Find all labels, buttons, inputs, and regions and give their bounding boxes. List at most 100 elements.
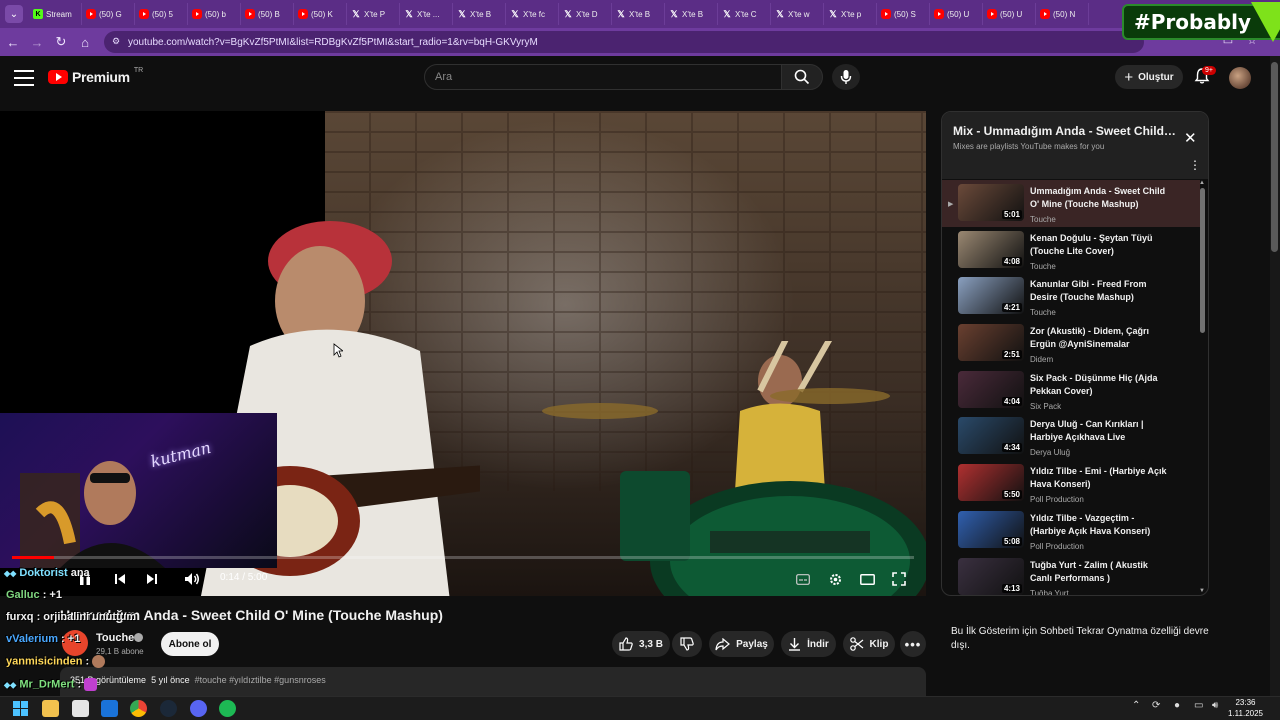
tab-list-chevron-icon[interactable]: ⌄ xyxy=(5,5,23,23)
browser-tab[interactable]: (50) S xyxy=(877,3,930,25)
playlist-item[interactable]: 4:34 Derya Uluğ - Can Kırıkları | Harbiye… xyxy=(942,413,1200,460)
display-tray-icon[interactable]: ▭ xyxy=(1194,700,1203,711)
browser-tab[interactable]: 𝕏 X'te B xyxy=(612,3,665,25)
progress-bar[interactable] xyxy=(12,556,914,559)
next-track-icon[interactable] xyxy=(143,570,161,588)
browser-tab[interactable]: 𝕏 X'te P xyxy=(347,3,400,25)
chrome-icon[interactable] xyxy=(130,700,147,717)
file-explorer-icon[interactable] xyxy=(42,700,59,717)
browser-tab[interactable]: (50) N xyxy=(1036,3,1089,25)
browser-tab[interactable]: (50) 5 xyxy=(135,3,188,25)
playlist-item-title[interactable]: Tuğba Yurt - Zalim ( Akustik Canlı Perfo… xyxy=(1030,559,1170,585)
back-arrow-icon[interactable]: ← xyxy=(2,31,24,53)
playlist-thumbnail[interactable]: 4:13 xyxy=(958,557,1024,595)
playlist-thumbnail[interactable]: 5:08 xyxy=(958,510,1024,548)
create-button[interactable]: + Oluştur xyxy=(1115,65,1183,89)
browser-tab[interactable]: (50) G xyxy=(82,3,135,25)
outlook-icon[interactable] xyxy=(101,700,118,717)
browser-tab[interactable]: 𝕏 X'te C xyxy=(718,3,771,25)
playlist-item-title[interactable]: Zor (Akustik) - Didem, Çağrı Ergün @Ayni… xyxy=(1030,325,1170,351)
forward-arrow-icon[interactable]: → xyxy=(26,31,48,53)
microsoft-store-icon[interactable] xyxy=(72,700,89,717)
playlist-item-title[interactable]: Kanunlar Gibi - Freed From Desire (Touch… xyxy=(1030,278,1170,304)
browser-tab[interactable]: 𝕏 X'te B xyxy=(453,3,506,25)
browser-tab[interactable]: 𝕏 X'te D xyxy=(559,3,612,25)
browser-tab[interactable]: 𝕏 X'te fc xyxy=(506,3,559,25)
playlist-item[interactable]: 4:21 Kanunlar Gibi - Freed From Desire (T… xyxy=(942,273,1200,320)
playlist-item[interactable]: 4:08 Kenan Doğulu - Şeytan Tüyü (Touche L… xyxy=(942,227,1200,274)
playlist-thumbnail[interactable]: 4:21 xyxy=(958,277,1024,315)
account-avatar[interactable] xyxy=(1229,67,1251,89)
browser-tab[interactable]: 𝕏 X'te w xyxy=(771,3,824,25)
playlist-title[interactable]: Mix - Ummadığım Anda - Sweet Child O' Mi… xyxy=(953,124,1178,138)
hamburger-menu-icon[interactable] xyxy=(14,68,34,88)
windows-start-icon[interactable] xyxy=(12,700,29,717)
steam-icon[interactable] xyxy=(160,700,177,717)
theater-mode-icon[interactable] xyxy=(858,570,876,588)
playlist-item[interactable]: 4:13 Tuğba Yurt - Zalim ( Akustik Canlı P… xyxy=(942,554,1200,596)
close-icon[interactable]: ✕ xyxy=(1184,129,1197,147)
previous-track-icon[interactable] xyxy=(111,570,129,588)
volume-icon[interactable] xyxy=(183,570,201,588)
taskbar-clock[interactable]: 23:36 1.11.2025 xyxy=(1228,697,1263,719)
channel-name[interactable]: Touche xyxy=(96,632,134,644)
subscribe-button[interactable]: Abone ol xyxy=(161,632,219,656)
playlist-item[interactable]: 2:51 Zor (Akustik) - Didem, Çağrı Ergün @… xyxy=(942,320,1200,367)
more-vertical-icon[interactable]: ⋮ xyxy=(1189,158,1201,172)
playlist-item[interactable]: 4:04 Six Pack - Düşünme Hiç (Ajda Pekkan … xyxy=(942,367,1200,414)
browser-tab[interactable]: K Stream xyxy=(29,3,82,25)
spotify-icon[interactable] xyxy=(219,700,236,717)
voice-search-button[interactable] xyxy=(832,64,860,90)
playlist-thumbnail[interactable]: 4:04 xyxy=(958,370,1024,408)
search-button[interactable] xyxy=(781,64,823,90)
scroll-up-arrow-icon[interactable]: ▲ xyxy=(1199,180,1205,186)
subtitles-icon[interactable] xyxy=(794,570,812,588)
playlist-item-title[interactable]: Six Pack - Düşünme Hiç (Ajda Pekkan Cove… xyxy=(1030,372,1170,398)
like-button[interactable]: 3,3 B xyxy=(612,631,670,657)
site-info-icon[interactable]: ⚙ xyxy=(112,36,120,47)
discord-icon[interactable] xyxy=(190,700,207,717)
url-field[interactable]: ⚙ youtube.com/watch?v=BgKvZf5PtMI&list=R… xyxy=(104,31,1144,53)
download-button[interactable]: İndir xyxy=(781,631,836,657)
browser-tab[interactable]: (50) B xyxy=(241,3,294,25)
share-button[interactable]: Paylaş xyxy=(709,631,774,657)
fullscreen-icon[interactable] xyxy=(890,570,908,588)
settings-gear-icon[interactable] xyxy=(826,570,844,588)
more-actions-button[interactable]: ••• xyxy=(900,631,926,657)
playlist-item-title[interactable]: Ummadığım Anda - Sweet Child O' Mine (To… xyxy=(1030,185,1170,211)
speaker-tray-icon[interactable]: 🔊︎ xyxy=(1212,700,1218,711)
browser-tab[interactable]: 𝕏 X'te p xyxy=(824,3,877,25)
playlist-item-title[interactable]: Yıldız Tilbe - Vazgeçtim - (Harbiye Açık… xyxy=(1030,512,1170,538)
browser-tab[interactable]: 𝕏 X'te ... xyxy=(400,3,453,25)
playlist-item-title[interactable]: Yıldız Tilbe - Emi - (Harbiye Açık Hava … xyxy=(1030,465,1170,491)
playlist-item[interactable]: 5:08 Yıldız Tilbe - Vazgeçtim - (Harbiye … xyxy=(942,507,1200,554)
microphone-tray-icon[interactable]: ● xyxy=(1174,700,1180,711)
page-scrollbar-thumb[interactable] xyxy=(1271,62,1278,252)
dislike-button[interactable] xyxy=(672,631,702,657)
tray-overflow-chevron-icon[interactable]: ⌃ xyxy=(1132,700,1140,711)
browser-tab[interactable]: (50) b xyxy=(188,3,241,25)
description-tags[interactable]: #touche #yıldıztilbe #gunsnroses xyxy=(195,675,326,685)
playlist-item-title[interactable]: Kenan Doğulu - Şeytan Tüyü (Touche Lite … xyxy=(1030,232,1170,258)
playlist-item[interactable]: 5:50 Yıldız Tilbe - Emi - (Harbiye Açık H… xyxy=(942,460,1200,507)
playlist-item-title[interactable]: Derya Uluğ - Can Kırıkları | Harbiye Açı… xyxy=(1030,418,1170,444)
playlist-thumbnail[interactable]: 4:34 xyxy=(958,417,1024,455)
playlist-scrollbar-thumb[interactable] xyxy=(1200,188,1205,333)
sync-icon[interactable]: ⟳ xyxy=(1152,700,1160,711)
playlist-thumbnail[interactable]: 5:01 xyxy=(958,184,1024,221)
browser-tab[interactable]: (50) K xyxy=(294,3,347,25)
reload-icon[interactable]: ↻ xyxy=(50,31,72,53)
playlist-item-channel: Tuğba Yurt xyxy=(1030,588,1069,596)
scroll-down-arrow-icon[interactable]: ▼ xyxy=(1199,588,1205,594)
browser-tab[interactable]: (50) U xyxy=(983,3,1036,25)
playlist-thumbnail[interactable]: 5:50 xyxy=(958,464,1024,502)
youtube-premium-logo[interactable]: Premium TR xyxy=(48,67,143,85)
search-input[interactable]: Ara xyxy=(424,64,782,90)
playlist-thumbnail[interactable]: 2:51 xyxy=(958,324,1024,362)
clip-button[interactable]: Klip xyxy=(843,631,895,657)
browser-tab[interactable]: 𝕏 X'te B xyxy=(665,3,718,25)
home-icon[interactable]: ⌂ xyxy=(74,31,96,53)
playlist-item[interactable]: ▶ 5:01 Ummadığım Anda - Sweet Child O' Min… xyxy=(942,180,1200,227)
browser-tab[interactable]: (50) U xyxy=(930,3,983,25)
playlist-thumbnail[interactable]: 4:08 xyxy=(958,230,1024,268)
